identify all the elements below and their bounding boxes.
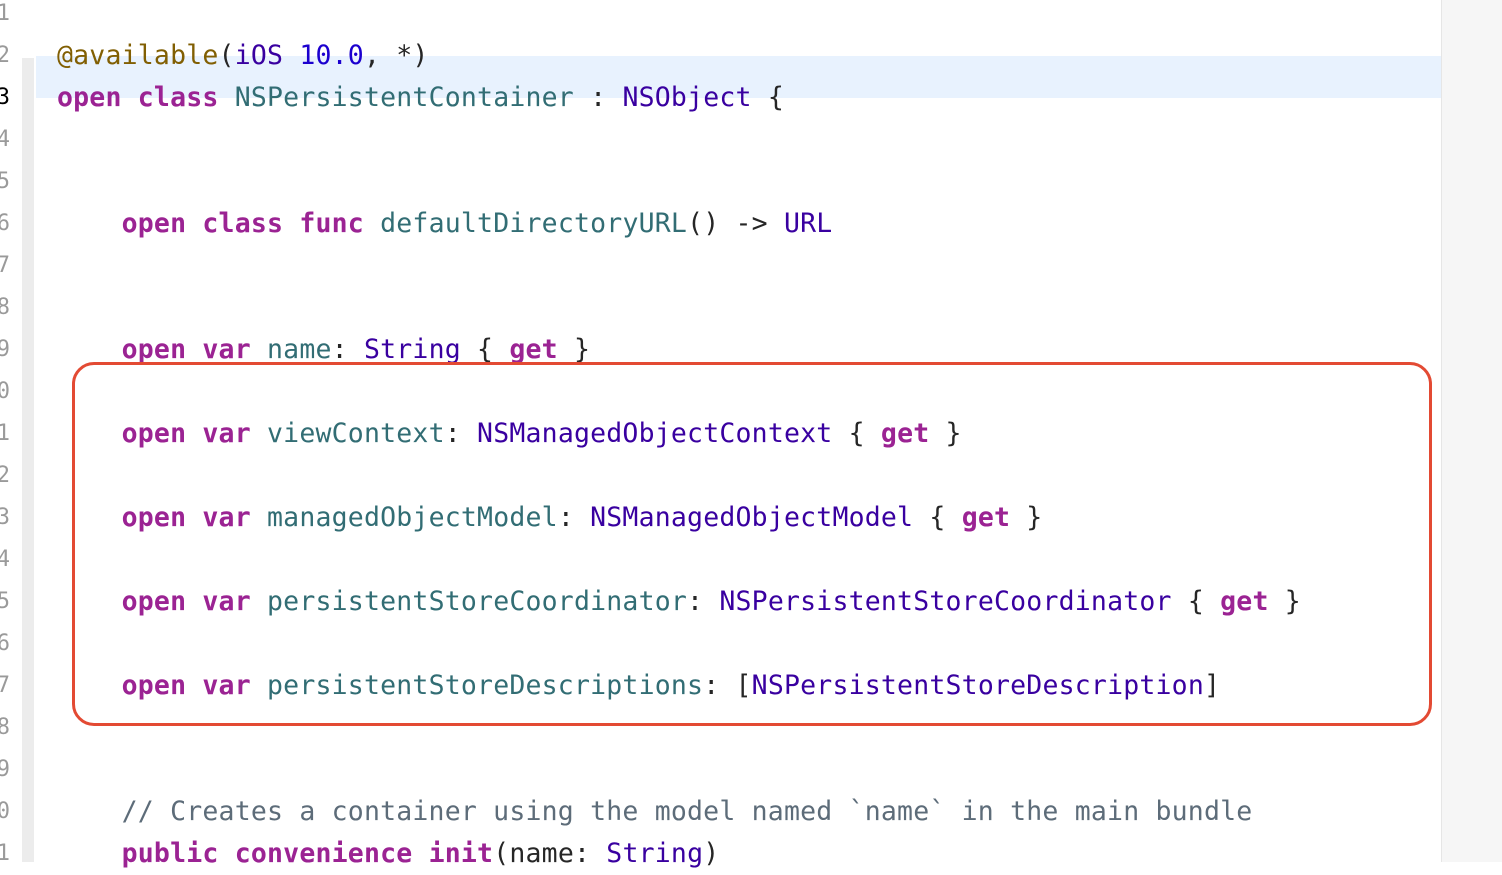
code-line[interactable]: open class func defaultDirectoryURL() ->… [57, 203, 833, 245]
code-line[interactable]: public convenience init(name: String) [57, 833, 720, 875]
code-token: var [202, 334, 251, 365]
line-number: 9 [0, 337, 10, 362]
code-token: name [267, 334, 332, 365]
code-token: , *) [363, 40, 429, 71]
code-token: class [137, 82, 219, 113]
code-token: { [460, 334, 510, 365]
line-number: 1 [0, 841, 10, 866]
line-number: 5 [0, 589, 10, 614]
code-token: ) [703, 838, 720, 869]
line-number: 0 [0, 799, 10, 824]
line-number: 7 [0, 673, 10, 698]
code-token: class [202, 208, 284, 239]
code-token: () -> [687, 208, 784, 239]
line-number: 8 [0, 715, 10, 740]
line-number: 6 [0, 631, 10, 656]
line-number: 3 [0, 505, 10, 530]
gutter-change-bar [22, 58, 34, 862]
code-token: init [428, 838, 494, 869]
code-line[interactable]: open class NSPersistentContainer : NSObj… [57, 77, 784, 119]
code-token: iOS [234, 40, 284, 71]
code-token: defaultDirectoryURL [380, 208, 688, 239]
code-token: // Creates a container using the model n… [121, 796, 1253, 827]
code-token: ( [218, 40, 235, 71]
line-number: 3 [0, 85, 10, 110]
minimap-margin [1441, 0, 1502, 862]
code-token: String [363, 334, 461, 365]
line-number: 2 [0, 43, 10, 68]
code-token: : [573, 82, 623, 113]
code-token: 10.0 [299, 40, 364, 71]
line-number: 7 [0, 253, 10, 278]
line-number: 0 [0, 379, 10, 404]
line-number: 1 [0, 421, 10, 446]
line-number: 4 [0, 127, 10, 152]
code-token: URL [784, 208, 833, 239]
code-token: public [121, 838, 219, 869]
line-number: 6 [0, 211, 10, 236]
code-token: open [57, 82, 122, 113]
code-token: (name: [493, 838, 607, 869]
line-number: 1 [0, 1, 10, 26]
line-number: 8 [0, 295, 10, 320]
line-number: 4 [0, 547, 10, 572]
code-token: open [121, 334, 187, 365]
code-token: func [299, 208, 364, 239]
code-token: { [751, 82, 784, 113]
line-number: 2 [0, 463, 10, 488]
code-token: convenience [234, 838, 413, 869]
code-token: NSPersistentContainer [234, 82, 574, 113]
code-token: } [557, 334, 591, 365]
code-token: @available [57, 40, 219, 71]
line-number: 5 [0, 169, 10, 194]
code-token: String [606, 838, 704, 869]
code-token: open [121, 208, 187, 239]
code-token: : [331, 334, 364, 365]
code-token: get [509, 334, 558, 365]
code-line[interactable]: @available(iOS 10.0, *) [57, 35, 429, 77]
line-number: 9 [0, 757, 10, 782]
annotation-highlight-box [72, 362, 1432, 726]
code-token: NSObject [622, 82, 752, 113]
code-line[interactable]: // Creates a container using the model n… [57, 791, 1253, 833]
